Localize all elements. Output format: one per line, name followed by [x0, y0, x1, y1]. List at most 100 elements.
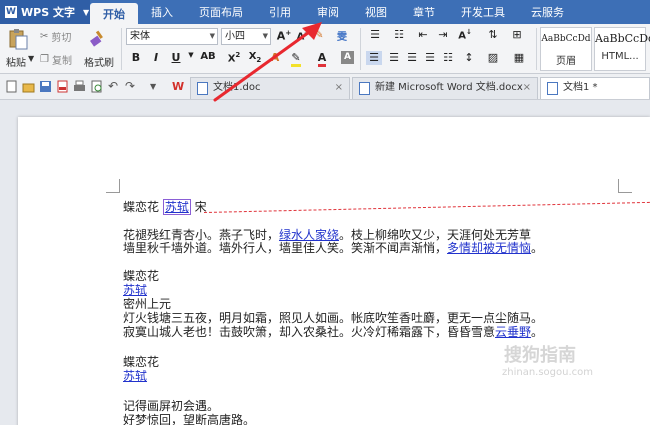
paste-button[interactable] — [6, 27, 30, 51]
open-folder-icon[interactable] — [22, 80, 35, 93]
bold-button[interactable]: B — [129, 51, 143, 64]
bullet-list-icon[interactable]: ☰ — [366, 28, 384, 41]
hyperlink[interactable]: 苏轼 — [123, 284, 147, 297]
outdent-icon[interactable]: ⇤ — [414, 28, 432, 41]
tab-references[interactable]: 引用 — [256, 0, 304, 24]
doc-line: 记得画屏初会遇。 — [123, 399, 220, 413]
tracked-insertion[interactable]: 苏轼 — [162, 199, 191, 215]
table-border-icon[interactable]: ⊞ — [508, 28, 526, 41]
tab-review[interactable]: 审阅 — [304, 0, 352, 24]
doc-tab-2[interactable]: 新建 Microsoft Word 文档.docx × — [352, 77, 538, 99]
tab-insert[interactable]: 插入 — [138, 0, 186, 24]
document-icon — [197, 82, 208, 95]
shading-icon[interactable]: ▨ — [484, 51, 502, 64]
app-name: WPS 文字 — [21, 6, 75, 19]
borders-icon[interactable]: ▦ — [510, 51, 528, 64]
hyperlink[interactable]: 苏轼 — [123, 370, 147, 383]
document-page[interactable]: 蝶恋花 苏轼 宋 花褪残红青杏小。燕子飞时，绿水人家绕。枝上柳绵吹又少，天涯何处… — [18, 117, 650, 425]
new-doc-icon[interactable] — [5, 80, 18, 93]
ribbon: 粘贴 ▼ ✂ 剪切 ❐ 复制 格式刷 宋体 ▼ 小四 ▼ A+ A- ✎ 雯 B… — [0, 24, 650, 74]
align-center-icon[interactable]: ☰ — [386, 51, 402, 64]
numbered-list-icon[interactable]: ☷ — [390, 28, 408, 41]
undo-icon[interactable]: ↶ — [108, 80, 121, 93]
redo-icon[interactable]: ↷ — [125, 80, 138, 93]
document-icon — [547, 82, 558, 95]
indent-icon[interactable]: ⇥ — [434, 28, 452, 41]
paste-icon — [9, 29, 28, 50]
doc-tab-title: 文档1 * — [563, 82, 598, 93]
italic-button[interactable]: I — [149, 51, 163, 64]
tab-section[interactable]: 章节 — [400, 0, 448, 24]
save-icon[interactable] — [39, 80, 52, 93]
format-painter-button[interactable] — [88, 27, 108, 49]
wps-brand-icon: W — [172, 80, 185, 93]
chevron-down-icon[interactable]: ▼ — [184, 51, 198, 59]
superscript-button[interactable]: X2 — [225, 51, 243, 64]
print-preview-icon[interactable] — [90, 80, 103, 93]
paste-label: 粘贴 — [6, 58, 26, 69]
style-html[interactable]: AaBbCcDd HTML... — [594, 27, 650, 71]
chevron-down-icon: ▼ — [82, 7, 90, 17]
close-icon[interactable]: × — [523, 78, 531, 98]
font-name-select[interactable]: 宋体 ▼ — [126, 28, 218, 45]
justify-icon[interactable]: ☰ — [422, 51, 438, 64]
align-left-icon[interactable]: ☰ — [366, 51, 382, 65]
print-icon[interactable] — [73, 80, 86, 93]
tab-home[interactable]: 开始 — [90, 3, 138, 24]
close-icon[interactable]: × — [335, 78, 343, 98]
font-size-select[interactable]: 小四 ▼ — [221, 28, 271, 45]
hyperlink[interactable]: 绿水人家绕 — [279, 228, 339, 242]
clear-format-icon[interactable]: ✎ — [312, 28, 326, 41]
sort-icon[interactable]: ⇅ — [484, 28, 502, 41]
cut-label: 剪切 — [51, 32, 72, 44]
chevron-down-icon: ▼ — [209, 32, 215, 40]
doc-line: 蝶恋花 — [123, 269, 160, 283]
style-preview-text: AaBbCcDd — [541, 34, 591, 44]
hyperlink[interactable]: 多情却被无情恼 — [447, 241, 531, 255]
distribute-icon[interactable]: ☷ — [440, 51, 456, 64]
menu-bar: W WPS 文字 ▼ 开始 插入 页面布局 引用 审阅 视图 章节 开发工具 云… — [0, 0, 650, 24]
doc-line: 密州上元 — [123, 297, 172, 311]
tab-developer[interactable]: 开发工具 — [448, 0, 518, 24]
tab-view[interactable]: 视图 — [352, 0, 400, 24]
crop-mark — [106, 179, 120, 193]
style-name: 页眉 — [556, 56, 576, 67]
highlight-icon[interactable]: ✎ — [289, 51, 303, 67]
subscript-button[interactable]: X2 — [246, 51, 264, 64]
doc-tab-3[interactable]: 文档1 * — [540, 77, 650, 99]
text-effect-icon[interactable]: A — [268, 51, 282, 64]
document-icon — [359, 82, 370, 95]
tab-page-layout[interactable]: 页面布局 — [186, 0, 256, 24]
document-workspace: 蝶恋花 苏轼 宋 花褪残红青杏小。燕子飞时，绿水人家绕。枝上柳绵吹又少，天涯何处… — [0, 100, 650, 425]
copy-button[interactable]: ❐ 复制 — [40, 51, 72, 67]
chevron-down-icon[interactable]: ▼ — [150, 80, 163, 93]
style-header[interactable]: AaBbCcDd 页眉 — [540, 27, 592, 71]
doc-line: 蝶恋花 苏轼 宋 — [123, 199, 207, 215]
align-right-icon[interactable]: ☰ — [404, 51, 420, 64]
style-preview-text: AaBbCcDd — [595, 32, 650, 45]
tab-cloud[interactable]: 云服务 — [518, 0, 577, 24]
font-color-icon[interactable]: A — [315, 51, 329, 67]
doc-line: 蝶恋花 — [123, 355, 160, 369]
ribbon-divider — [536, 28, 537, 70]
grow-font-button[interactable]: A+ — [276, 29, 292, 43]
shrink-font-button[interactable]: A- — [294, 29, 310, 42]
text-direction-icon[interactable]: A↓ — [456, 28, 474, 41]
doc-line: 灯火钱塘三五夜，明月如霜，照见人如画。帐底吹笙香吐麝，更无一点尘随马。 — [123, 311, 544, 325]
doc-tab-1[interactable]: 文档1.doc × — [190, 77, 350, 99]
char-shading-icon[interactable]: A — [341, 51, 354, 64]
cut-button[interactable]: ✂ 剪切 — [40, 28, 71, 44]
app-menu-button[interactable]: W WPS 文字 ▼ — [0, 0, 90, 24]
hyperlink[interactable]: 云垂野 — [495, 325, 531, 339]
scissors-icon: ✂ — [40, 30, 49, 42]
underline-button[interactable]: U — [169, 51, 183, 64]
doc-tab-title: 文档1.doc — [213, 82, 261, 93]
export-pdf-icon[interactable] — [56, 80, 69, 93]
line-spacing-icon[interactable]: ↕ — [460, 51, 478, 64]
phonetic-guide-icon[interactable]: 雯 — [332, 28, 352, 43]
doc-line: 寂寞山城人老也！击鼓吹箫，却入农桑社。火冷灯稀霜露下，昏昏雪意云垂野。 — [123, 325, 544, 339]
strikethrough-button[interactable]: AB — [197, 51, 219, 62]
ribbon-divider — [360, 28, 361, 70]
paste-dropdown-icon[interactable]: ▼ — [28, 54, 34, 63]
quick-access-bar: ↶ ↷ ▼ W 文档1.doc × 新建 Microsoft Word 文档.d… — [0, 74, 650, 100]
